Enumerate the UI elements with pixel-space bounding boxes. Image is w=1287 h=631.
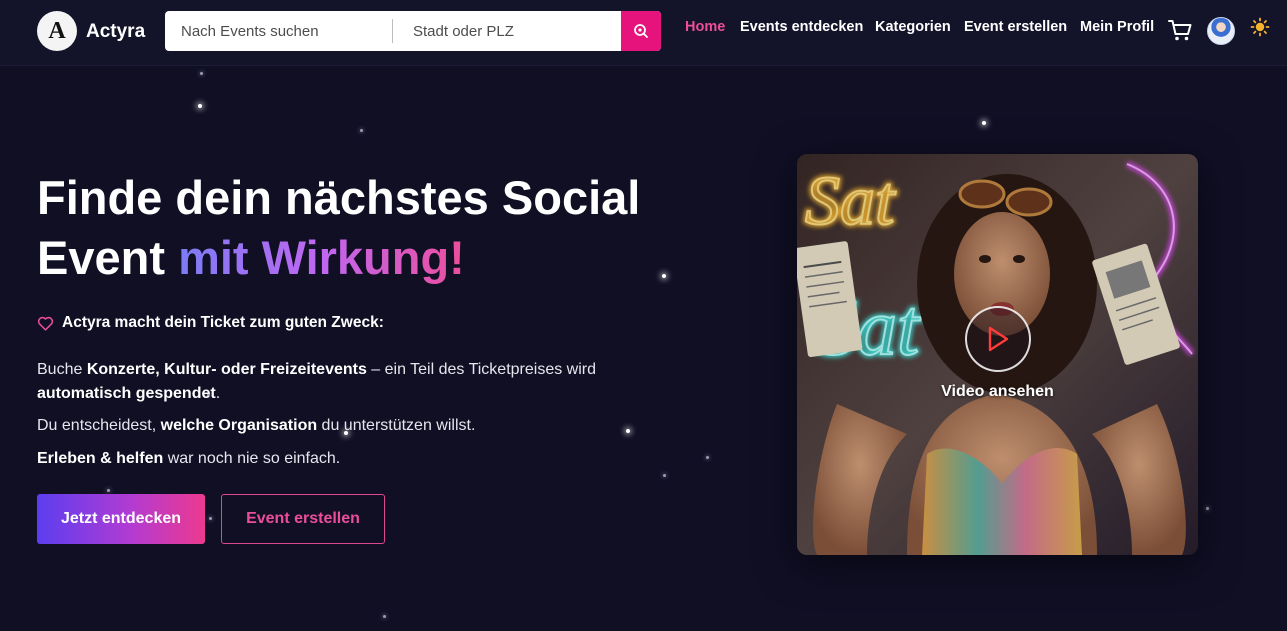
search-icon (634, 24, 648, 38)
logo-letter: A (48, 17, 66, 44)
tagline-text: Actyra macht dein Ticket zum guten Zweck… (62, 314, 384, 331)
hero-paragraph-2: Du entscheidest, welche Organisation du … (37, 414, 475, 438)
hero-title-word: Event (37, 231, 165, 284)
search-divider (392, 19, 393, 43)
hero-paragraph-3: Erleben & helfen war noch nie so einfach… (37, 447, 340, 471)
search-button[interactable] (621, 11, 661, 51)
event-erstellen-button[interactable]: Event erstellen (221, 494, 385, 544)
sparkle (1206, 507, 1209, 510)
city-search-input[interactable] (413, 11, 613, 51)
p1-bold-b: Konzerte, Kultur- oder Freizeitevents (86, 361, 367, 378)
p2-text-a: Du entscheidest, (37, 417, 161, 434)
p2-text-c: du unterstützen willst. (317, 417, 476, 434)
sparkle (706, 456, 709, 459)
sparkle (626, 429, 630, 433)
hero-tagline: Actyra macht dein Ticket zum guten Zweck… (37, 314, 384, 332)
hero-title-line1: Finde dein nächstes Social (37, 171, 641, 224)
nav-event-erstellen[interactable]: Event erstellen (964, 19, 1067, 35)
logo-icon[interactable]: A (37, 11, 77, 51)
p3-bold-a: Erleben & helfen (37, 450, 164, 467)
cart-icon[interactable] (1167, 17, 1193, 43)
top-navbar: A Actyra Home Events entdecken Kategorie… (0, 0, 1287, 66)
sparkle (209, 517, 212, 520)
nav-home[interactable]: Home (685, 19, 725, 35)
sparkle (663, 474, 666, 477)
nav-events-entdecken[interactable]: Events entdecken (740, 19, 863, 35)
play-icon (988, 326, 1009, 352)
hero-title: Finde dein nächstes Social Event mit Wir… (37, 168, 717, 288)
p1-text-a: Buche (37, 361, 87, 378)
p3-text-b: war noch nie so einfach. (163, 450, 341, 467)
video-card[interactable]: Sat Sat Sat Sat (797, 154, 1198, 555)
p1-text-e: . (215, 385, 221, 402)
hero-title-highlight: mit Wirkung! (178, 231, 465, 284)
p1-bold-d: automatisch gespendet (37, 385, 216, 402)
sparkle (982, 121, 986, 125)
sparkle (383, 615, 386, 618)
p2-bold-b: welche Organisation (160, 417, 318, 434)
sparkle (198, 104, 202, 108)
sun-icon[interactable] (1250, 17, 1270, 37)
video-label[interactable]: Video ansehen (797, 383, 1198, 401)
jetzt-entdecken-button[interactable]: Jetzt entdecken (37, 494, 205, 544)
nav-kategorien[interactable]: Kategorien (875, 19, 951, 35)
avatar[interactable] (1207, 17, 1235, 45)
nav-mein-profil[interactable]: Mein Profil (1080, 19, 1154, 35)
search-bar (165, 11, 661, 51)
sparkle (360, 129, 363, 132)
sparkle (200, 72, 203, 75)
brand-name[interactable]: Actyra (86, 21, 145, 43)
play-button[interactable] (965, 306, 1031, 372)
event-search-input[interactable] (181, 11, 391, 51)
sparkle (107, 489, 110, 492)
p1-text-c: – ein Teil des Ticketpreises wird (366, 361, 596, 378)
hero-paragraph-1: Buche Konzerte, Kultur- oder Freizeiteve… (37, 358, 657, 406)
heart-icon (37, 316, 54, 331)
